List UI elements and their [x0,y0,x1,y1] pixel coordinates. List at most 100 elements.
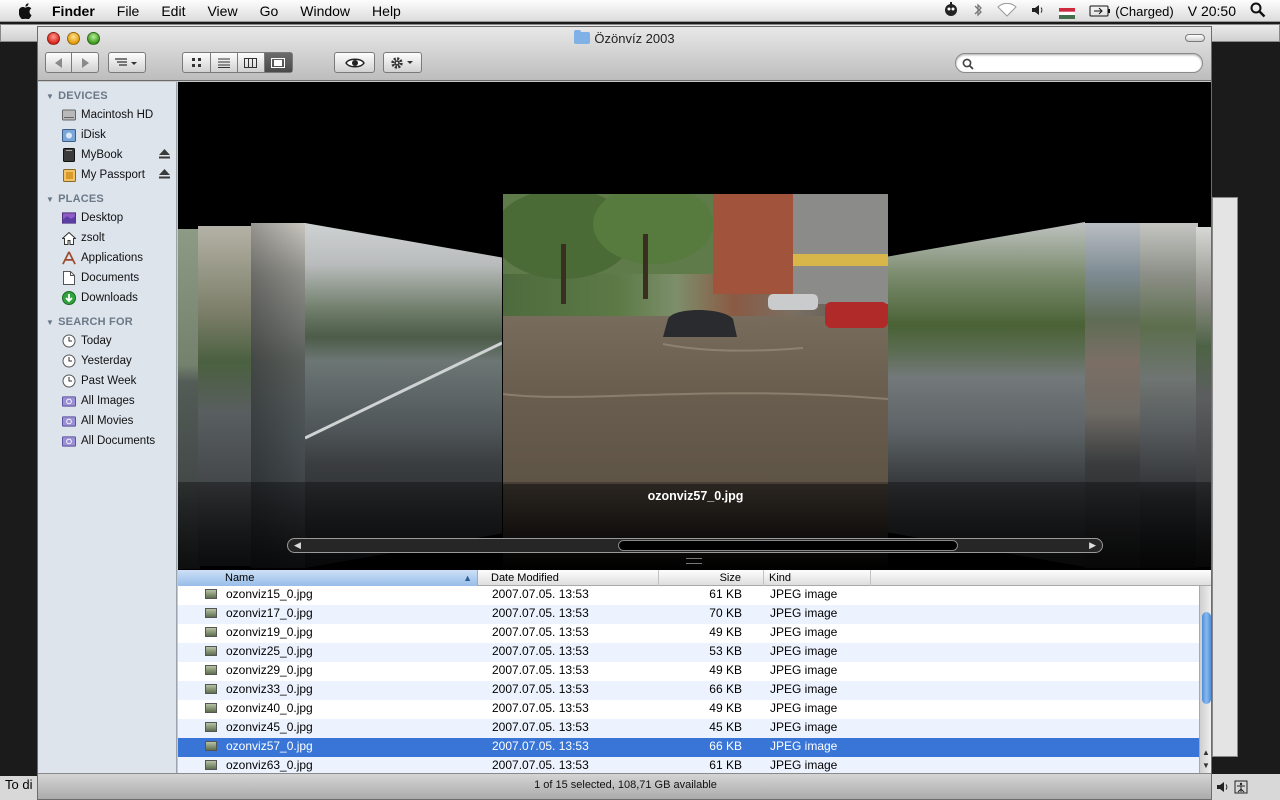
scroll-left-icon[interactable]: ◀ [294,540,301,551]
sidebar-item-label: Documents [81,272,140,284]
eject-icon[interactable] [159,169,170,182]
sidebar-item-label: Desktop [81,212,124,224]
menu-go[interactable]: Go [249,3,290,19]
eject-icon[interactable] [159,149,170,162]
forward-button[interactable] [72,53,98,72]
file-kind: JPEG image [770,701,838,715]
sidebar-heading-search-for[interactable]: ▼ SEARCH FOR [38,313,176,331]
table-row[interactable]: ozonviz33_0.jpg 2007.07.05. 13:53 66 KB … [178,681,1211,700]
sidebar-item-past-week[interactable]: Past Week [38,371,176,391]
table-row[interactable]: ozonviz40_0.jpg 2007.07.05. 13:53 49 KB … [178,700,1211,719]
quick-look-button[interactable] [334,52,375,73]
cover-flow-scroll-thumb[interactable] [618,540,958,551]
sidebar-item-desktop[interactable]: Desktop [38,208,176,228]
back-button[interactable] [46,53,73,72]
list-view-button[interactable] [211,53,238,72]
hungarian-flag-icon[interactable] [1059,6,1076,19]
sidebar-item-mybook[interactable]: MyBook [38,145,176,165]
list-scrollbar[interactable]: ▲ ▼ [1199,586,1211,773]
disclosure-triangle-icon[interactable]: ▼ [46,318,54,327]
list-view-icon [217,58,230,68]
table-row[interactable]: ozonviz45_0.jpg 2007.07.05. 13:53 45 KB … [178,719,1211,738]
menu-window[interactable]: Window [289,3,361,19]
battery-icon [1089,5,1111,17]
search-field[interactable] [955,53,1203,73]
gear-icon [390,56,413,69]
sidebar-heading-places[interactable]: ▼ PLACES [38,190,176,208]
column-header-size[interactable]: Size [659,570,764,586]
cover-flow-view-button[interactable] [264,53,292,72]
menu-help[interactable]: Help [361,3,412,19]
sidebar-item-all-documents[interactable]: All Documents [38,431,176,451]
arrange-button[interactable] [108,52,146,73]
sidebar-item-yesterday[interactable]: Yesterday [38,351,176,371]
sidebar-item-my-passport[interactable]: My Passport [38,165,176,185]
bluetooth-icon[interactable] [973,2,983,20]
file-list: Name ▲ Date Modified Size Kind ozonviz15… [178,570,1211,773]
icon-view-button[interactable] [184,53,211,72]
list-scroll-thumb[interactable] [1202,612,1211,704]
table-row[interactable]: ozonviz19_0.jpg 2007.07.05. 13:53 49 KB … [178,624,1211,643]
sidebar-item-today[interactable]: Today [38,331,176,351]
scroll-right-icon[interactable]: ▶ [1089,540,1096,551]
sidebar-item-downloads[interactable]: Downloads [38,288,176,308]
cover-flow[interactable]: ozonviz57_0.jpg ◀ ▶ [178,82,1211,570]
table-row[interactable]: ozonviz17_0.jpg 2007.07.05. 13:53 70 KB … [178,605,1211,624]
sidebar-heading-devices[interactable]: ▼ DEVICES [38,87,176,105]
desktop-icon [62,211,76,225]
menu-view[interactable]: View [196,3,248,19]
jpeg-file-icon [205,646,217,656]
sidebar-item-all-movies[interactable]: All Movies [38,411,176,431]
table-row[interactable]: ozonviz25_0.jpg 2007.07.05. 13:53 53 KB … [178,643,1211,662]
table-row[interactable]: ozonviz63_0.jpg 2007.07.05. 13:53 61 KB … [178,757,1211,773]
battery-status[interactable]: (Charged) [1089,4,1174,19]
jpeg-file-icon [205,589,217,599]
sidebar-item-all-images[interactable]: All Images [38,391,176,411]
search-input[interactable] [978,56,1193,71]
sidebar-item-applications[interactable]: Applications [38,248,176,268]
file-date: 2007.07.05. 13:53 [492,606,589,620]
column-view-button[interactable] [238,53,265,72]
hard-drive-icon [62,108,76,122]
apple-menu-icon[interactable] [16,2,36,19]
disclosure-triangle-icon[interactable]: ▼ [46,92,54,101]
flooded-street-photo [503,194,888,400]
toolbar-toggle-button[interactable] [1185,34,1205,42]
table-row[interactable]: ozonviz15_0.jpg 2007.07.05. 13:53 61 KB … [178,586,1211,605]
action-button[interactable] [383,52,422,73]
table-row-selected[interactable]: ozonviz57_0.jpg 2007.07.05. 13:53 66 KB … [178,738,1211,757]
spotlight-icon[interactable] [1250,2,1266,21]
scroll-up-icon[interactable]: ▲ [1202,748,1210,757]
accessibility-icon[interactable] [1234,780,1248,794]
menu-file[interactable]: File [106,3,151,19]
speaker-icon[interactable] [1216,781,1230,793]
file-size: 49 KB [709,701,742,715]
sidebar-item-idisk[interactable]: iDisk [38,125,176,145]
scroll-down-icon[interactable]: ▼ [1202,761,1210,770]
column-header-date-modified[interactable]: Date Modified [478,570,659,586]
volume-icon[interactable] [1031,3,1045,19]
window-title-text: Özönvíz 2003 [594,31,675,46]
title-bar[interactable]: Özönvíz 2003 [38,27,1211,81]
sidebar-item-macintosh-hd[interactable]: Macintosh HD [38,105,176,125]
back-arrow-icon [54,57,62,68]
file-name: ozonviz19_0.jpg [226,625,313,639]
sidebar-item-documents[interactable]: Documents [38,268,176,288]
robot-icon[interactable] [943,1,959,21]
home-icon [62,231,76,245]
sidebar-item-zsolt[interactable]: zsolt [38,228,176,248]
menu-edit[interactable]: Edit [150,3,196,19]
disclosure-triangle-icon[interactable]: ▼ [46,195,54,204]
cover-flow-scrollbar[interactable]: ◀ ▶ [287,538,1103,553]
wifi-icon[interactable] [997,2,1017,20]
split-view-handle[interactable] [686,558,702,564]
table-row[interactable]: ozonviz29_0.jpg 2007.07.05. 13:53 49 KB … [178,662,1211,681]
column-header-kind[interactable]: Kind [764,570,871,586]
jpeg-file-icon [205,741,217,751]
cover-selected[interactable] [503,194,888,484]
clock[interactable]: V 20:50 [1188,3,1236,19]
column-header-name[interactable]: Name ▲ [178,570,478,586]
search-icon [962,58,974,70]
menu-finder[interactable]: Finder [48,3,106,19]
file-kind: JPEG image [770,739,838,753]
